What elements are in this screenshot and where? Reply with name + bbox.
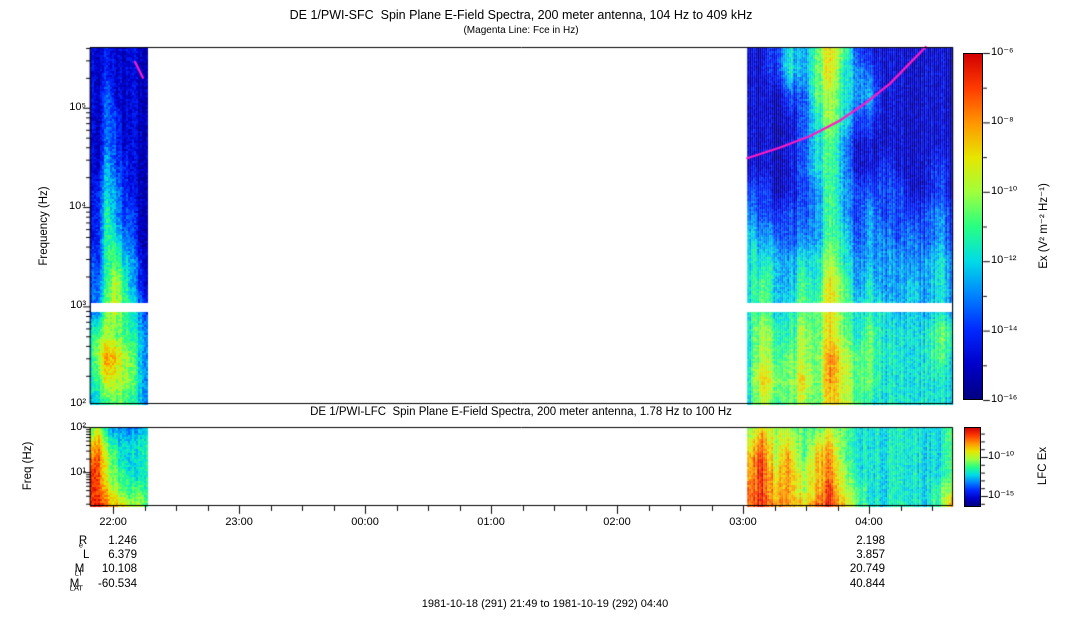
x-axis-tick-label: 03:00 xyxy=(729,516,757,529)
x-axis-tick-label: 02:00 xyxy=(603,516,631,529)
sfc-colorbar-tick-label: 10⁻¹⁴ xyxy=(991,324,1017,337)
x-axis-tick-label: 23:00 xyxy=(225,516,253,529)
sfc-y-tick-label: 10⁵ xyxy=(44,101,86,114)
lfc-y-axis-label: Freq (Hz) xyxy=(22,442,34,491)
sfc-panel-subtitle: (Magenta Line: Fce in Hz) xyxy=(463,25,578,36)
sfc-colorbar-label: Ex (V² m⁻² Hz⁻¹) xyxy=(1036,183,1050,269)
lfc-colorbar-label: LFC Ex xyxy=(1037,447,1049,485)
x-axis-tick-label: 22:00 xyxy=(99,516,127,529)
ephemeris-value-right: 40.844 xyxy=(0,578,885,591)
ephemeris-value-right: 2.198 xyxy=(0,535,885,548)
sfc-panel-title: DE 1/PWI-SFC Spin Plane E-Field Spectra,… xyxy=(290,8,753,22)
sfc-colorbar-tick-label: 10⁻¹⁰ xyxy=(991,185,1017,198)
lfc-y-tick-label: 10¹ xyxy=(44,466,86,479)
lfc-colorbar-tick-label: 10⁻¹⁵ xyxy=(988,489,1014,502)
sfc-colorbar-tick-label: 10⁻¹⁶ xyxy=(991,393,1017,406)
sfc-colorbar-tick-label: 10⁻⁸ xyxy=(991,115,1014,128)
lfc-colorbar xyxy=(964,427,981,507)
sfc-y-axis-label: Frequency (Hz) xyxy=(38,186,50,265)
sfc-y-tick-label: 10⁴ xyxy=(44,200,86,213)
ephemeris-value-right: 20.749 xyxy=(0,563,885,576)
sfc-colorbar xyxy=(963,53,983,400)
x-axis-tick-label: 00:00 xyxy=(351,516,379,529)
x-axis-tick-label: 01:00 xyxy=(477,516,505,529)
sfc-colorbar-tick-label: 10⁻⁶ xyxy=(991,46,1014,59)
sfc-colorbar-tick-label: 10⁻¹² xyxy=(991,254,1016,267)
sfc-y-tick-label: 10³ xyxy=(44,299,86,312)
x-axis-tick-label: 04:00 xyxy=(855,516,883,529)
sfc-y-tick-label: 10² xyxy=(44,397,86,410)
spectrogram-figure: DE 1/PWI-SFC Spin Plane E-Field Spectra,… xyxy=(0,0,1083,620)
ephemeris-value-right: 3.857 xyxy=(0,549,885,562)
lfc-y-tick-label: 10² xyxy=(44,421,86,434)
lfc-colorbar-tick-label: 10⁻¹⁰ xyxy=(988,450,1014,463)
date-range-label: 1981-10-18 (291) 21:49 to 1981-10-19 (29… xyxy=(422,598,668,610)
spectrogram-canvas xyxy=(0,0,1083,620)
lfc-panel-title: DE 1/PWI-LFC Spin Plane E-Field Spectra,… xyxy=(310,406,732,418)
